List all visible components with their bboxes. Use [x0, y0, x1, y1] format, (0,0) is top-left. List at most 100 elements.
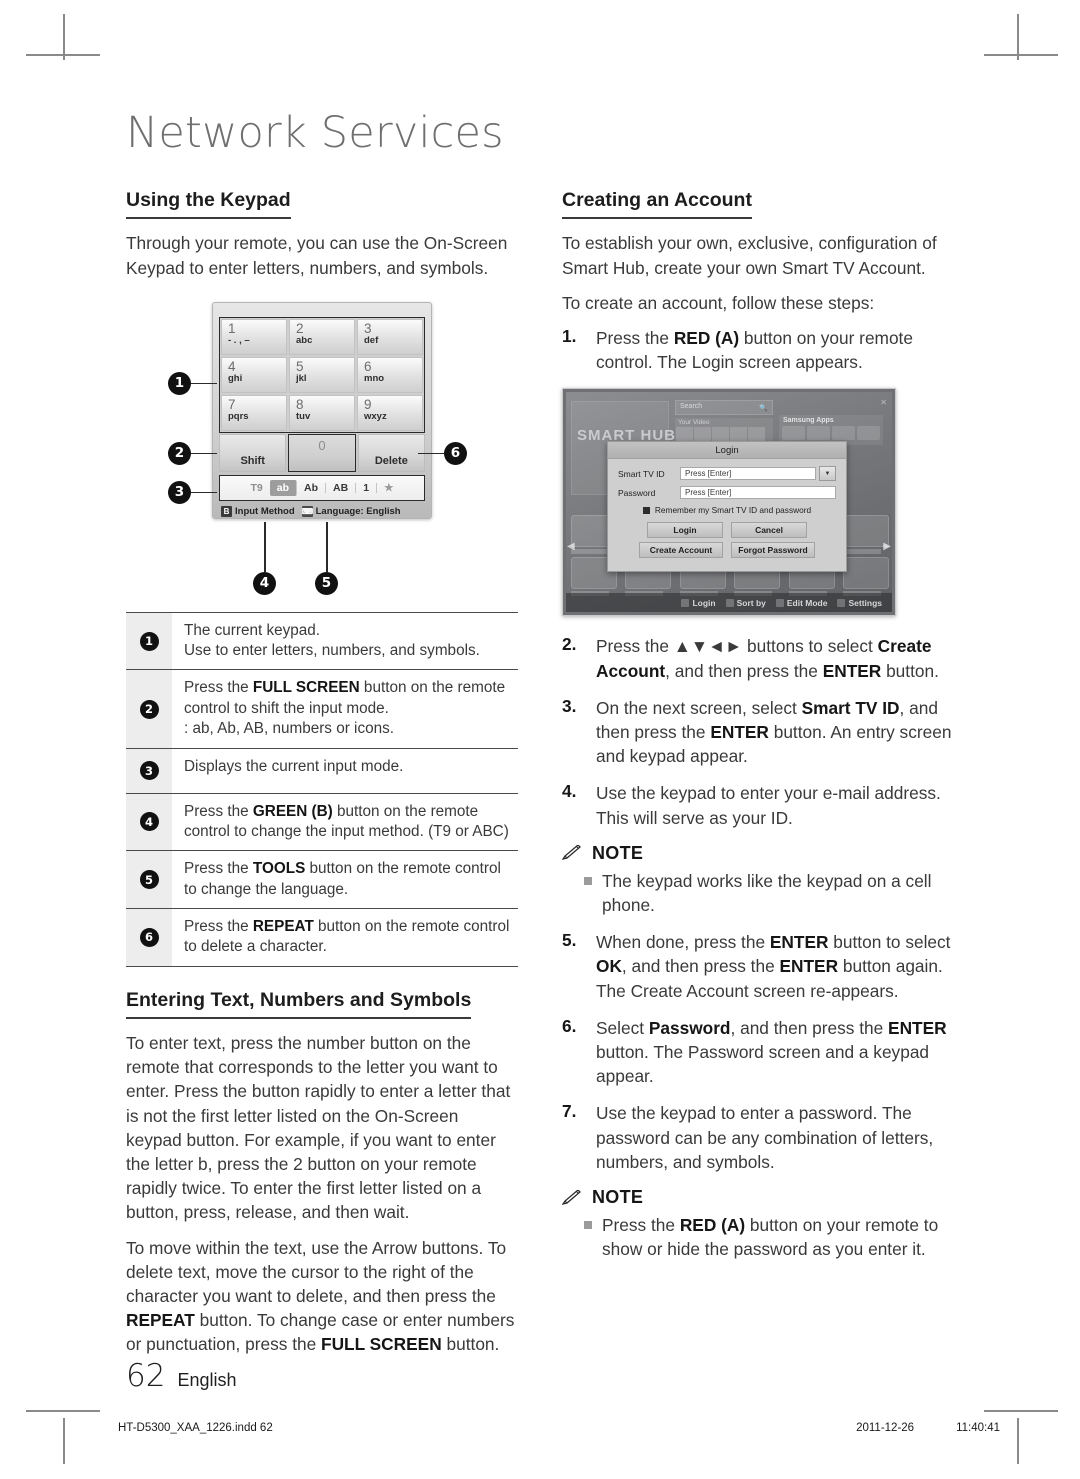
keypad-key[interactable]: 3 def	[357, 318, 423, 355]
crop-mark-bottom-left-h	[26, 1410, 100, 1412]
legend-row: 1 The current keypad. Use to enter lette…	[126, 612, 518, 671]
tile-caption	[843, 549, 881, 555]
smart-tv-id-field-row: Smart TV ID Press [Enter] ▼	[618, 466, 836, 482]
mode-AB[interactable]: AB	[326, 483, 357, 494]
cancel-button[interactable]: Cancel	[731, 522, 807, 539]
content-tile[interactable]	[842, 557, 889, 597]
checkbox-icon[interactable]	[642, 506, 650, 514]
bullet-icon	[584, 1221, 592, 1230]
keypad-key-number: 3	[364, 320, 372, 336]
legend-number-cell: 5	[126, 851, 172, 908]
paragraph-account-intro-1: To establish your own, exclusive, config…	[562, 233, 937, 278]
step-text: On the next screen, select Smart TV ID, …	[596, 697, 952, 767]
login-dialog: Login Smart TV ID Press [Enter] ▼ Passwo…	[607, 441, 847, 573]
keypad-key-number: 6	[364, 358, 372, 374]
keypad-key[interactable]: 8 tuv	[289, 394, 355, 431]
mode-Ab[interactable]: Ab	[297, 483, 327, 494]
language-label: Language: English	[315, 505, 401, 517]
keypad-key[interactable]: 4 ghi	[221, 356, 287, 393]
blue-d-button-icon	[837, 598, 846, 607]
keypad-key-letters: ghi	[228, 372, 243, 384]
mode-ab-active[interactable]: ab	[269, 479, 298, 497]
step-item: 3. On the next screen, select Smart TV I…	[562, 696, 954, 769]
step-number: 2.	[562, 634, 577, 655]
callout-leader-6	[418, 452, 444, 455]
paragraph-account-intro-2: To create an account, follow these steps…	[562, 292, 875, 313]
chevron-down-icon[interactable]: ▼	[819, 466, 836, 482]
callout-marker-5: 5	[315, 571, 338, 595]
keypad-key[interactable]: 6 mno	[357, 356, 423, 393]
app-tile[interactable]	[807, 426, 830, 441]
bottom-bar-label: Edit Mode	[786, 597, 828, 608]
samsung-apps-tiles	[779, 424, 883, 441]
language-control[interactable]: ⌨ Language: English	[301, 505, 401, 517]
step-number: 7.	[562, 1101, 577, 1122]
left-column: Using the Keypad Through your remote, yo…	[126, 189, 518, 1368]
keypad-zero-key[interactable]: 0	[288, 433, 356, 472]
callout-leader-1	[191, 382, 217, 385]
bottom-bar-settings[interactable]: Settings	[837, 598, 882, 608]
keypad-key-letters: def	[364, 334, 379, 346]
remember-me-row[interactable]: Remember my Smart TV ID and password	[618, 505, 836, 515]
mode-t9[interactable]: T9	[244, 483, 270, 494]
input-method-control[interactable]: B Input Method	[221, 505, 295, 517]
keypad-key-letters: abc	[296, 334, 313, 346]
keypad-key-letters: pqrs	[228, 410, 249, 422]
paragraph-entering-text-2: To move within the text, use the Arrow b…	[126, 1237, 515, 1355]
pencil-icon	[562, 845, 581, 861]
login-dialog-body: Smart TV ID Press [Enter] ▼ Password Pre…	[608, 459, 846, 571]
close-icon[interactable]: ✕	[880, 398, 887, 407]
crop-mark-top-left-h	[26, 54, 100, 56]
manual-page: Network Services Using the Keypad Throug…	[0, 0, 1080, 1479]
bottom-bar-edit-mode[interactable]: Edit Mode	[775, 597, 828, 608]
keypad-key[interactable]: 5 jkl	[289, 356, 355, 393]
password-input[interactable]: Press [Enter]	[680, 486, 836, 500]
video-thumb[interactable]	[694, 427, 711, 443]
keypad-key-letters: tuv	[296, 410, 311, 422]
forgot-password-button[interactable]: Forgot Password	[731, 542, 815, 559]
keypad-key-letters: jkl	[296, 372, 307, 384]
login-button[interactable]: Login	[647, 522, 723, 539]
keypad-delete-key[interactable]: Delete	[357, 433, 425, 472]
note-item: The keypad works like the keypad on a ce…	[562, 869, 954, 917]
callout-leader-4	[264, 521, 266, 572]
red-a-button-icon	[681, 598, 690, 607]
create-account-button[interactable]: Create Account	[639, 542, 723, 559]
heading-using-the-keypad: Using the Keypad	[126, 189, 291, 220]
smart-tv-id-input[interactable]: Press [Enter]	[680, 467, 816, 481]
legend-text-cell: Press the GREEN (B) button on the remote…	[172, 794, 518, 851]
legend-number-cell: 3	[126, 748, 172, 793]
heading-creating-an-account: Creating an Account	[562, 189, 752, 220]
video-thumb[interactable]	[676, 427, 693, 443]
footer-date: 2011-12-26	[856, 1422, 915, 1434]
keypad-footer-bar: B Input Method ⌨ Language: English	[219, 505, 425, 517]
keypad-key[interactable]: 7 pqrs	[221, 394, 287, 431]
page-language: English	[177, 1370, 237, 1390]
app-tile[interactable]	[832, 426, 855, 441]
bottom-bar-sort-by[interactable]: Sort by	[725, 598, 766, 608]
app-tile[interactable]	[857, 426, 880, 441]
content-tile[interactable]	[843, 515, 889, 555]
legend-marker-3: 3	[139, 761, 159, 781]
video-thumb[interactable]	[730, 427, 747, 443]
legend-text-cell: Press the REPEAT button on the remote co…	[172, 909, 518, 966]
bottom-bar-login[interactable]: Login	[681, 598, 716, 608]
section-using-the-keypad: Using the Keypad	[126, 189, 518, 231]
keypad-key[interactable]: 9 wxyz	[357, 394, 423, 431]
bullet-icon	[584, 876, 592, 885]
password-field-row: Password Press [Enter]	[618, 486, 836, 500]
mode-numbers[interactable]: 1	[356, 483, 378, 494]
keypad-key[interactable]: 1 - . , –	[221, 318, 287, 355]
app-tile[interactable]	[782, 426, 805, 441]
video-thumb[interactable]	[748, 427, 765, 443]
mode-symbols[interactable]: ★	[377, 483, 400, 494]
video-thumb[interactable]	[712, 427, 729, 443]
step-number: 3.	[562, 695, 577, 716]
login-dialog-primary-buttons: Login Cancel	[618, 522, 836, 539]
smart-tv-id-label: Smart TV ID	[618, 468, 665, 479]
screenshot-search-field[interactable]: Search 🔍	[675, 400, 773, 416]
step-text: Press the ▲▼◄► buttons to select Create …	[596, 636, 939, 681]
keypad-shift-key[interactable]: Shift	[219, 433, 287, 472]
keypad-key[interactable]: 2 abc	[289, 318, 355, 355]
page-footer: 62 English	[126, 1358, 237, 1394]
